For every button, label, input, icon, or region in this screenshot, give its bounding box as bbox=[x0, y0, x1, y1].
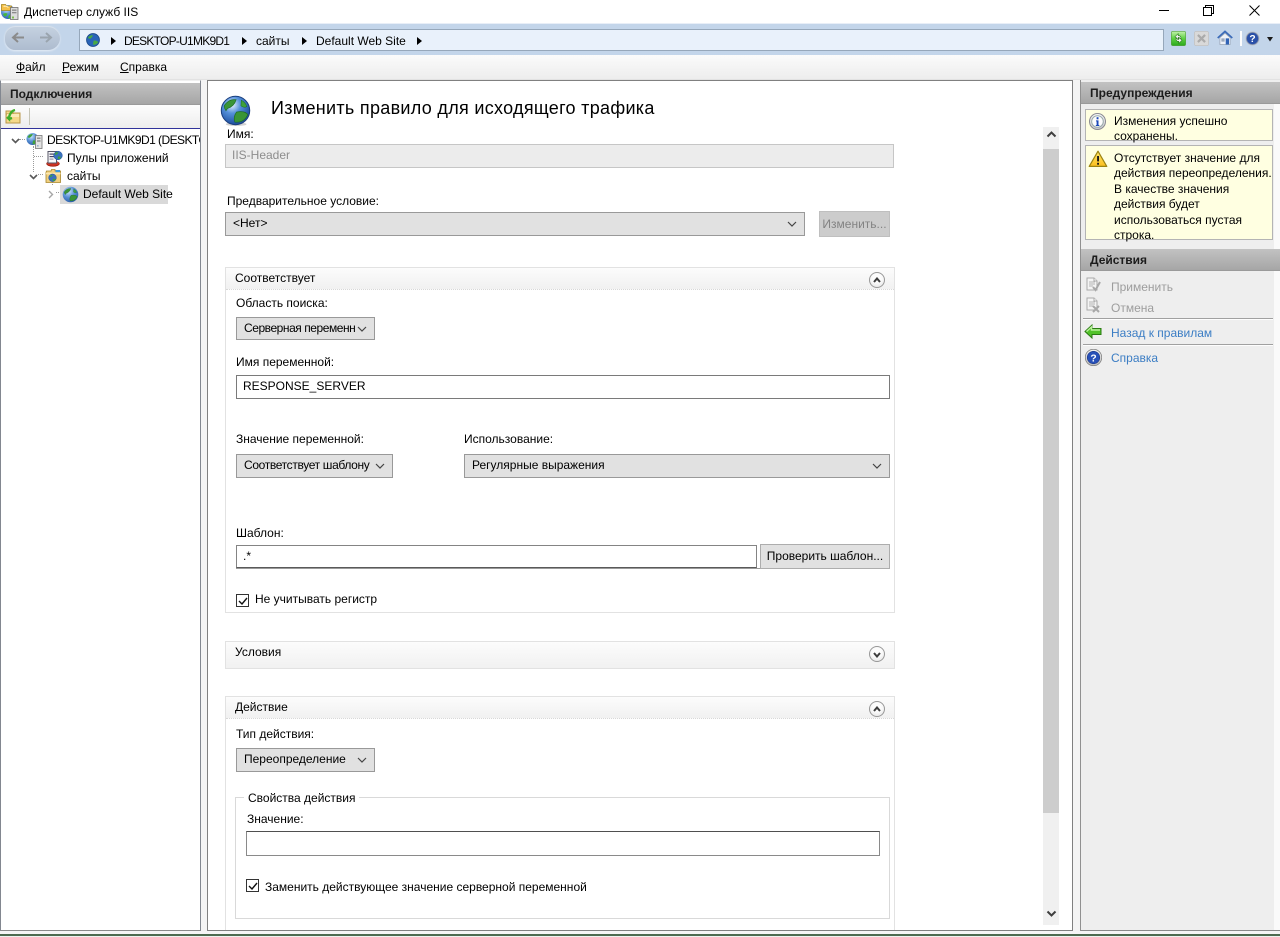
svg-text:?: ? bbox=[1090, 354, 1096, 365]
svg-text:?: ? bbox=[1249, 34, 1255, 45]
